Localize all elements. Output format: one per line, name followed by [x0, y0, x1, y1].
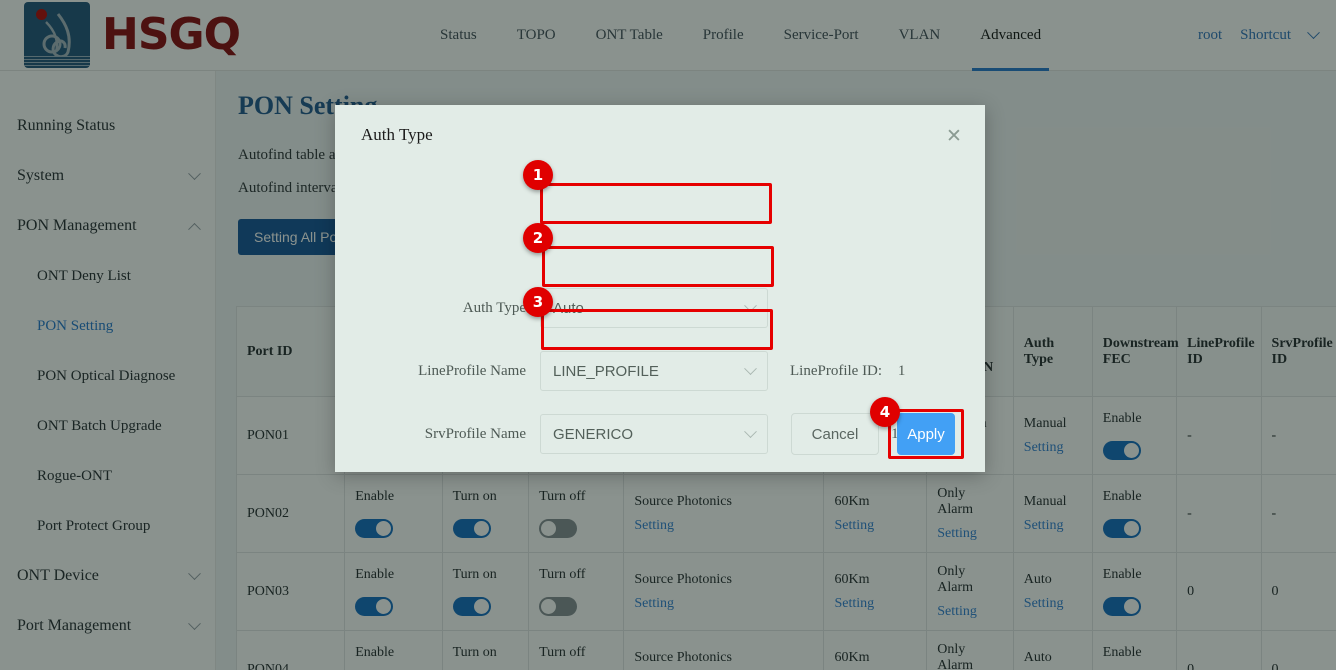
annotation-badge-2: 2 [523, 223, 553, 253]
lineprofile-id-label: LineProfile ID: [790, 363, 882, 379]
srvprofile-name-label: SrvProfile Name [335, 426, 540, 443]
form-row-auth-type: Auth Type Auto [335, 288, 985, 328]
lineprofile-name-value: LINE_PROFILE [553, 363, 659, 380]
lineprofile-name-select[interactable]: LINE_PROFILE [540, 351, 768, 391]
lineprofile-id-readout: LineProfile ID: 1 [790, 363, 905, 380]
annotation-badge-4: 4 [870, 397, 900, 427]
annotation-badge-3: 3 [523, 287, 553, 317]
chevron-down-icon [744, 425, 757, 438]
lineprofile-id-value: 1 [898, 363, 906, 379]
dialog-title: Auth Type [335, 105, 985, 145]
srvprofile-name-select[interactable]: GENERICO [540, 414, 768, 454]
chevron-down-icon [744, 362, 757, 375]
close-icon[interactable]: ✕ [941, 123, 967, 149]
apply-button[interactable]: Apply [897, 413, 955, 455]
auth-type-select[interactable]: Auto [540, 288, 768, 328]
chevron-down-icon [744, 299, 757, 312]
annotation-badge-1: 1 [523, 160, 553, 190]
lineprofile-name-label: LineProfile Name [335, 363, 540, 380]
form-row-lineprofile-name: LineProfile Name LINE_PROFILE LineProfil… [335, 351, 985, 391]
srvprofile-name-value: GENERICO [553, 426, 633, 443]
cancel-button[interactable]: Cancel [791, 413, 879, 455]
auth-type-label: Auth Type [335, 300, 540, 317]
auth-type-value: Auto [553, 300, 584, 317]
